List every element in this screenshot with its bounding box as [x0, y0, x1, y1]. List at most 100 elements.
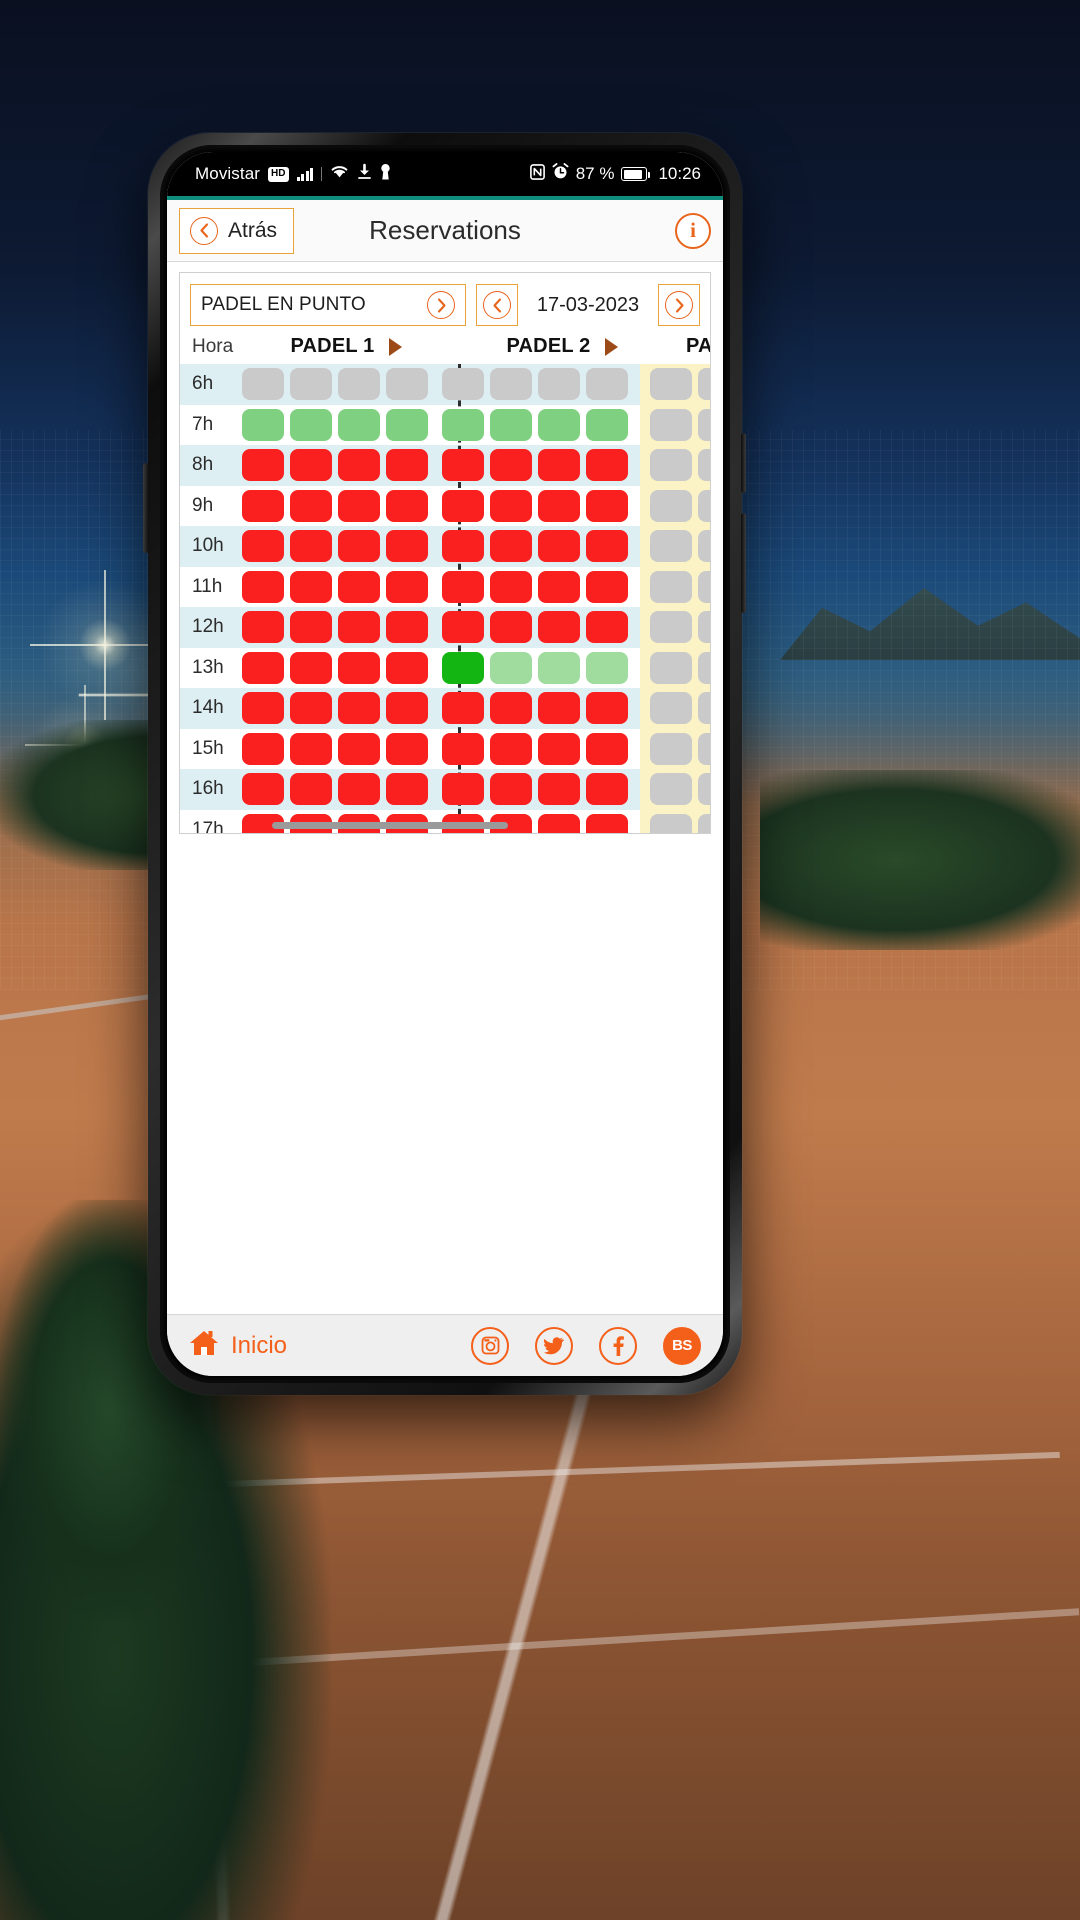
reservation-slot[interactable]	[586, 692, 628, 725]
reservation-slot[interactable]	[386, 692, 428, 725]
reservation-slot[interactable]	[386, 449, 428, 482]
reservation-slot[interactable]	[386, 773, 428, 806]
reservation-slot[interactable]	[386, 611, 428, 644]
reservation-slot[interactable]	[338, 773, 380, 806]
instagram-icon[interactable]	[471, 1326, 509, 1365]
phone-volume-button[interactable]	[741, 433, 746, 493]
club-selector[interactable]: PADEL EN PUNTO	[190, 284, 466, 326]
bs-logo-icon[interactable]: BS	[663, 1326, 701, 1365]
reservation-slot[interactable]	[442, 449, 484, 482]
reservation-slot[interactable]	[242, 368, 284, 401]
previous-day-button[interactable]	[476, 284, 518, 326]
reservation-slot[interactable]	[650, 692, 692, 725]
reservation-slot[interactable]	[442, 651, 484, 684]
reservation-slot[interactable]	[698, 813, 710, 833]
reservation-slot[interactable]	[538, 489, 580, 522]
reservation-slot[interactable]	[538, 449, 580, 482]
reservation-grid[interactable]: 6h7h8h9h10h11h12h13h14h15h16h17h18h19h20…	[180, 364, 710, 833]
reservation-slot[interactable]	[290, 692, 332, 725]
reservation-slot[interactable]	[586, 530, 628, 563]
reservation-slot[interactable]	[242, 732, 284, 765]
reservation-slot[interactable]	[650, 449, 692, 482]
reservation-slot[interactable]	[650, 489, 692, 522]
reservation-slot[interactable]	[242, 773, 284, 806]
reservation-slot[interactable]	[242, 651, 284, 684]
reservation-slot[interactable]	[650, 408, 692, 441]
reservation-slot[interactable]	[698, 530, 710, 563]
court-header-padel-3[interactable]: PA	[672, 335, 710, 358]
reservation-slot[interactable]	[538, 368, 580, 401]
reservation-slot[interactable]	[242, 570, 284, 603]
reservation-slot[interactable]	[242, 408, 284, 441]
reservation-slot[interactable]	[290, 611, 332, 644]
reservation-slot[interactable]	[538, 570, 580, 603]
reservation-slot[interactable]	[442, 773, 484, 806]
reservation-slot[interactable]	[386, 368, 428, 401]
next-day-button[interactable]	[658, 284, 700, 326]
reservation-slot[interactable]	[442, 530, 484, 563]
reservation-slot[interactable]	[442, 570, 484, 603]
reservation-slot[interactable]	[338, 368, 380, 401]
reservation-slot[interactable]	[586, 813, 628, 833]
reservation-slot[interactable]	[538, 408, 580, 441]
reservation-slot[interactable]	[586, 449, 628, 482]
reservation-slot[interactable]	[698, 651, 710, 684]
reservation-slot[interactable]	[338, 449, 380, 482]
reservation-slot[interactable]	[490, 611, 532, 644]
reservation-slot[interactable]	[290, 732, 332, 765]
facebook-icon[interactable]	[599, 1326, 637, 1365]
reservation-slot[interactable]	[442, 692, 484, 725]
reservation-slot[interactable]	[338, 692, 380, 725]
reservation-slot[interactable]	[650, 368, 692, 401]
reservation-slot[interactable]	[538, 530, 580, 563]
reservation-slot[interactable]	[442, 489, 484, 522]
reservation-slot[interactable]	[490, 651, 532, 684]
reservation-slot[interactable]	[242, 611, 284, 644]
reservation-slot[interactable]	[338, 611, 380, 644]
reservation-slot[interactable]	[698, 368, 710, 401]
reservation-slot[interactable]	[586, 489, 628, 522]
reservation-slot[interactable]	[290, 651, 332, 684]
reservation-slot[interactable]	[338, 570, 380, 603]
reservation-slot[interactable]	[698, 773, 710, 806]
reservation-slot[interactable]	[538, 651, 580, 684]
reservation-slot[interactable]	[490, 773, 532, 806]
reservation-slot[interactable]	[490, 489, 532, 522]
reservation-slot[interactable]	[490, 408, 532, 441]
court-header-padel-1[interactable]: PADEL 1	[242, 335, 450, 358]
reservation-slot[interactable]	[290, 368, 332, 401]
phone-power-button[interactable]	[741, 513, 746, 613]
reservation-slot[interactable]	[490, 530, 532, 563]
reservation-slot[interactable]	[538, 813, 580, 833]
reservation-slot[interactable]	[698, 611, 710, 644]
reservation-slot[interactable]	[698, 489, 710, 522]
reservation-slot[interactable]	[290, 530, 332, 563]
reservation-slot[interactable]	[386, 732, 428, 765]
reservation-slot[interactable]	[698, 570, 710, 603]
reservation-slot[interactable]	[490, 449, 532, 482]
reservation-slot[interactable]	[290, 773, 332, 806]
reservation-slot[interactable]	[650, 570, 692, 603]
reservation-slot[interactable]	[242, 489, 284, 522]
reservation-slot[interactable]	[386, 651, 428, 684]
info-button[interactable]: i	[675, 212, 711, 249]
reservation-slot[interactable]	[490, 692, 532, 725]
reservation-slot[interactable]	[290, 489, 332, 522]
reservation-slot[interactable]	[586, 651, 628, 684]
reservation-slot[interactable]	[442, 611, 484, 644]
reservation-slot[interactable]	[290, 449, 332, 482]
horizontal-scrollbar-thumb[interactable]	[272, 822, 508, 829]
reservation-slot[interactable]	[650, 611, 692, 644]
reservation-slot[interactable]	[442, 368, 484, 401]
reservation-slot[interactable]	[242, 449, 284, 482]
reservation-slot[interactable]	[490, 732, 532, 765]
reservation-slot[interactable]	[538, 611, 580, 644]
reservation-slot[interactable]	[650, 773, 692, 806]
reservation-slot[interactable]	[386, 570, 428, 603]
reservation-slot[interactable]	[290, 570, 332, 603]
reservation-slot[interactable]	[242, 692, 284, 725]
reservation-slot[interactable]	[242, 530, 284, 563]
reservation-slot[interactable]	[586, 732, 628, 765]
reservation-slot[interactable]	[650, 651, 692, 684]
reservation-slot[interactable]	[490, 368, 532, 401]
